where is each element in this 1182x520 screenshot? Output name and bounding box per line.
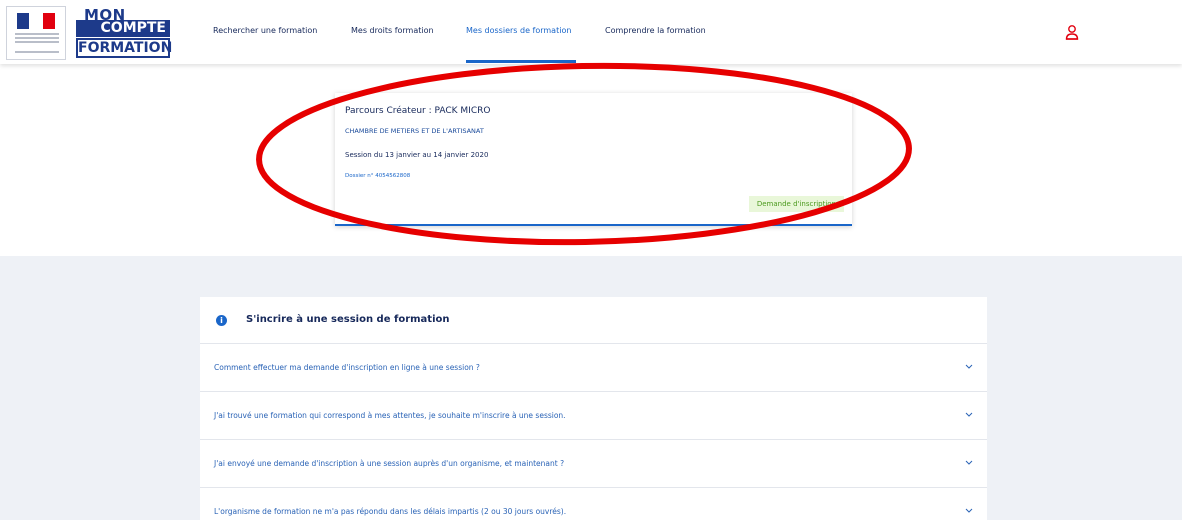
status-badge: Demande d'inscription bbox=[748, 196, 844, 212]
faq-item[interactable]: Comment effectuer ma demande d'inscripti… bbox=[200, 344, 987, 392]
nav-comprendre-formation[interactable]: Comprendre la formation bbox=[605, 26, 706, 35]
chevron-down-icon bbox=[965, 364, 973, 369]
republique-francaise-logo[interactable] bbox=[6, 6, 66, 60]
site-header: MON COMPTE FORMATION Rechercher une form… bbox=[0, 0, 1182, 64]
faq-item[interactable]: J'ai trouvé une formation qui correspond… bbox=[200, 392, 987, 440]
nav-mes-droits-formation[interactable]: Mes droits formation bbox=[351, 26, 434, 35]
mon-compte-formation-logo[interactable]: MON COMPTE FORMATION bbox=[76, 6, 173, 58]
chevron-down-icon bbox=[965, 460, 973, 465]
chevron-down-icon bbox=[965, 508, 973, 513]
faq-question: J'ai trouvé une formation qui correspond… bbox=[214, 411, 566, 420]
dossier-number: Dossier n° 4054562808 bbox=[345, 173, 411, 179]
faq-question: J'ai envoyé une demande d'inscription à … bbox=[214, 459, 565, 468]
logo-word-2: COMPTE bbox=[76, 20, 170, 37]
chevron-down-icon bbox=[965, 412, 973, 417]
logo-word-3: FORMATION bbox=[76, 38, 173, 58]
faq-header: i S'incrire à une session de formation bbox=[200, 297, 987, 344]
user-icon[interactable] bbox=[1065, 24, 1079, 40]
faq-question: Comment effectuer ma demande d'inscripti… bbox=[214, 363, 480, 372]
faq-panel: i S'incrire à une session de formation C… bbox=[200, 297, 987, 520]
dossier-card[interactable]: Parcours Créateur : PACK MICRO CHAMBRE D… bbox=[335, 93, 852, 226]
marianne-flag-icon bbox=[17, 13, 55, 29]
faq-item[interactable]: J'ai envoyé une demande d'inscription à … bbox=[200, 440, 987, 488]
nav-rechercher-formation[interactable]: Rechercher une formation bbox=[213, 26, 317, 35]
nav-mes-dossiers-formation[interactable]: Mes dossiers de formation bbox=[466, 26, 571, 35]
faq-item[interactable]: L'organisme de formation ne m'a pas répo… bbox=[200, 488, 987, 520]
training-title: Parcours Créateur : PACK MICRO bbox=[345, 106, 491, 116]
organism-name: CHAMBRE DE METIERS ET DE L'ARTISANAT bbox=[345, 127, 484, 135]
info-icon: i bbox=[216, 315, 227, 326]
faq-title: S'incrire à une session de formation bbox=[246, 314, 450, 325]
active-nav-indicator bbox=[466, 60, 576, 63]
session-dates: Session du 13 janvier au 14 janvier 2020 bbox=[345, 151, 489, 159]
faq-question: L'organisme de formation ne m'a pas répo… bbox=[214, 507, 567, 516]
